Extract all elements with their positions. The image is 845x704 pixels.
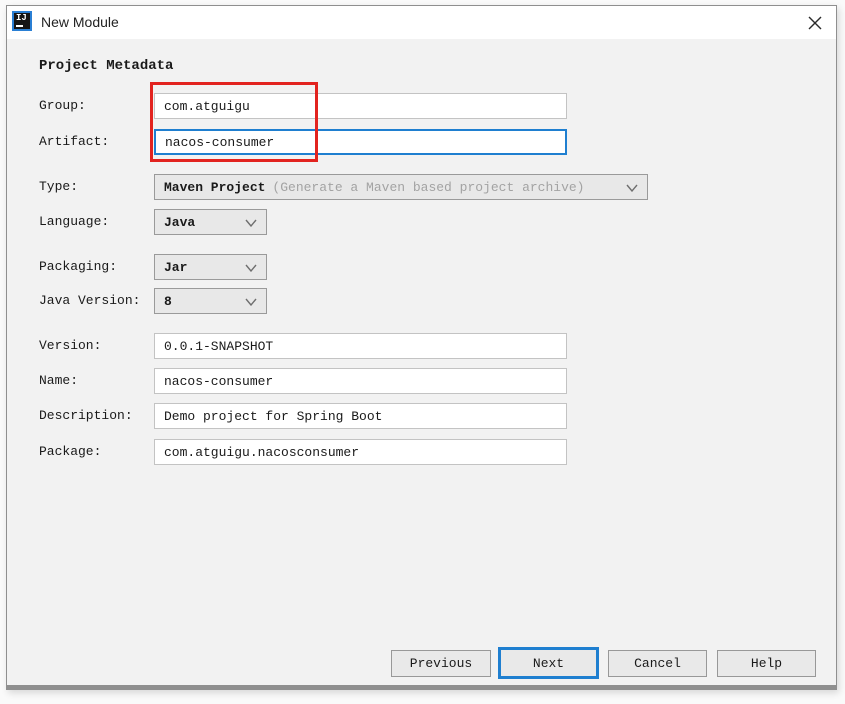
section-title: Project Metadata bbox=[39, 58, 173, 74]
previous-button[interactable]: Previous bbox=[391, 650, 491, 677]
cancel-button[interactable]: Cancel bbox=[608, 650, 707, 677]
type-dropdown-value: Maven Project bbox=[164, 180, 265, 195]
language-dropdown[interactable]: Java bbox=[154, 209, 267, 235]
language-label: Language: bbox=[39, 209, 109, 235]
package-label: Package: bbox=[39, 439, 101, 465]
intellij-logo-icon: IJ bbox=[12, 11, 32, 31]
titlebar: IJ New Module bbox=[7, 6, 836, 39]
package-input[interactable] bbox=[154, 439, 567, 465]
name-input[interactable] bbox=[154, 368, 567, 394]
close-icon[interactable] bbox=[806, 14, 824, 32]
type-label: Type: bbox=[39, 174, 78, 200]
chevron-down-icon bbox=[245, 219, 257, 227]
group-input[interactable] bbox=[154, 93, 567, 119]
version-label: Version: bbox=[39, 333, 101, 359]
version-input[interactable] bbox=[154, 333, 567, 359]
packaging-dropdown-value: Jar bbox=[164, 260, 187, 275]
java-version-label: Java Version: bbox=[39, 288, 140, 314]
artifact-input[interactable] bbox=[154, 129, 567, 155]
artifact-label: Artifact: bbox=[39, 129, 109, 155]
language-dropdown-value: Java bbox=[164, 215, 195, 230]
description-label: Description: bbox=[39, 403, 133, 429]
group-label: Group: bbox=[39, 93, 86, 119]
next-button[interactable]: Next bbox=[498, 647, 599, 679]
packaging-label: Packaging: bbox=[39, 254, 117, 280]
java-version-dropdown[interactable]: 8 bbox=[154, 288, 267, 314]
java-version-dropdown-value: 8 bbox=[164, 294, 172, 309]
help-button[interactable]: Help bbox=[717, 650, 816, 677]
chevron-down-icon bbox=[245, 298, 257, 306]
window-title: New Module bbox=[41, 14, 119, 30]
chevron-down-icon bbox=[626, 184, 638, 192]
name-label: Name: bbox=[39, 368, 78, 394]
type-dropdown[interactable]: Maven Project (Generate a Maven based pr… bbox=[154, 174, 648, 200]
type-dropdown-hint: (Generate a Maven based project archive) bbox=[272, 180, 584, 195]
packaging-dropdown[interactable]: Jar bbox=[154, 254, 267, 280]
new-module-dialog: IJ New Module Project Metadata Group: Ar… bbox=[6, 5, 837, 690]
chevron-down-icon bbox=[245, 264, 257, 272]
description-input[interactable] bbox=[154, 403, 567, 429]
